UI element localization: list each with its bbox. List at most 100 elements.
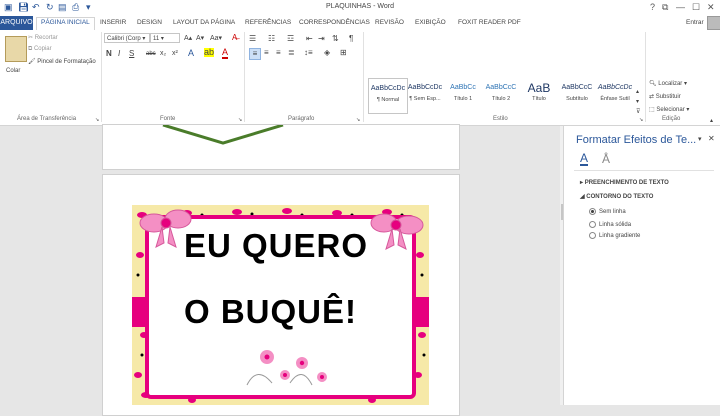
radio-selected-icon	[589, 208, 596, 215]
tab-references[interactable]: REFERÊNCIAS	[245, 18, 291, 30]
paragraph-group-label: Parágrafo	[288, 116, 315, 122]
styles-group-label: Estilo	[493, 116, 508, 122]
borders-icon[interactable]: ⊞	[340, 48, 347, 57]
style-preview: AaBbCcDc	[597, 84, 633, 91]
cut-button[interactable]: ✂ Recortar	[28, 34, 58, 41]
tab-view[interactable]: EXIBIÇÃO	[415, 18, 446, 30]
replace-icon: ⇄	[649, 94, 655, 100]
paragraph-launcher-icon[interactable]: ↘	[356, 117, 360, 123]
style-name: Ênfase Sutil	[600, 96, 630, 102]
option-solid-line[interactable]: Linha sólida	[589, 221, 631, 228]
subscript-button[interactable]: x₂	[160, 50, 166, 57]
minimize-button[interactable]: —	[676, 2, 685, 12]
sort-icon[interactable]: ⇅	[332, 34, 339, 43]
style-item[interactable]: AaB Título	[520, 78, 558, 112]
avatar[interactable]	[707, 16, 720, 30]
style-item[interactable]: AaBbCcC Título 2	[482, 78, 520, 112]
replace-button[interactable]: ⇄ Substituir	[649, 93, 681, 100]
title-bar: ▣ 💾︎ ↶ ↻ ▤ ⎙ ▾ PLAQUINHAS - Word ? ⧉ — ☐…	[0, 0, 720, 16]
page-previous[interactable]	[102, 124, 460, 170]
text-effects-tab-icon[interactable]: Å	[602, 152, 610, 166]
bold-button[interactable]: N	[106, 49, 112, 58]
clear-format-icon[interactable]: A̶	[232, 33, 237, 42]
bullets-icon[interactable]: ☰	[249, 34, 256, 43]
font-name-combo[interactable]: Calibri (Corp ▾	[104, 33, 150, 43]
format-text-effects-pane: Formatar Efeitos de Te... ▾ ✕ A Å ▸ PREE…	[563, 126, 720, 405]
style-item[interactable]: AaBbCcDc Ênfase Sutil	[596, 78, 634, 112]
styles-scroll-down-icon[interactable]: ▾	[636, 98, 639, 105]
font-color-icon[interactable]: A	[222, 48, 229, 59]
style-name: Título	[532, 96, 546, 102]
paste-icon[interactable]	[5, 36, 27, 62]
close-button[interactable]: ✕	[707, 2, 715, 13]
maximize-button[interactable]: ☐	[692, 2, 700, 13]
tab-file[interactable]: ARQUIVO	[0, 16, 33, 30]
pane-close-icon[interactable]: ✕	[708, 134, 715, 143]
clipboard-launcher-icon[interactable]: ↘	[95, 117, 99, 123]
styles-more-icon[interactable]: ⊽	[636, 108, 640, 115]
shading-icon[interactable]: ◈	[324, 48, 330, 57]
format-painter-button[interactable]: 🖌︎ Pincel de Formatação	[28, 58, 96, 65]
text-effects-icon[interactable]: A	[188, 48, 194, 58]
format-painter-label: Pincel de Formatação	[37, 59, 96, 65]
font-size-combo[interactable]: 11 ▾	[150, 33, 180, 43]
tab-review[interactable]: REVISÃO	[375, 18, 404, 30]
select-icon: ⬚	[649, 107, 655, 113]
help-button[interactable]: ?	[650, 2, 655, 12]
ribbon: Colar ✂ Recortar ⧉ Copiar 🖌︎ Pincel de F…	[0, 30, 720, 126]
change-case-button[interactable]: Aa▾	[210, 34, 222, 42]
style-preview: AaB	[527, 81, 551, 95]
text-fill-outline-icon[interactable]: A	[580, 152, 589, 166]
tab-insert[interactable]: INSERIR	[100, 18, 126, 30]
decrease-indent-icon[interactable]: ⇤	[306, 34, 313, 43]
sign-in-link[interactable]: Entrar	[686, 18, 704, 30]
editing-group-label: Edição	[662, 116, 681, 122]
collapse-ribbon-icon[interactable]: ▴	[710, 117, 713, 124]
paste-label[interactable]: Colar	[6, 68, 20, 74]
tab-foxit[interactable]: FOXIT READER PDF	[458, 18, 521, 30]
pane-options-icon[interactable]: ▾	[698, 135, 702, 143]
ribbon-display-button[interactable]: ⧉	[662, 2, 668, 13]
style-item[interactable]: AaBbCcDc ¶ Normal	[368, 78, 408, 114]
align-left-icon[interactable]: ≡	[249, 48, 261, 60]
style-item[interactable]: AaBbCcDc ¶ Sem Esp...	[406, 78, 444, 112]
select-label: Selecionar	[656, 107, 685, 113]
superscript-button[interactable]: x²	[172, 50, 178, 57]
underline-button[interactable]: S	[129, 49, 134, 58]
increase-indent-icon[interactable]: ⇥	[318, 34, 325, 43]
show-marks-button[interactable]: ¶	[349, 34, 353, 43]
align-right-icon[interactable]: ≡	[276, 48, 281, 57]
card-image[interactable]: EU QUERO O BUQUÊ!	[132, 205, 429, 405]
italic-button[interactable]: I	[118, 49, 120, 58]
option-no-line[interactable]: Sem linha	[589, 208, 626, 215]
copy-button[interactable]: ⧉ Copiar	[28, 46, 52, 53]
style-preview: AaBbCcC	[485, 84, 517, 91]
section-text-fill[interactable]: ▸ PREENCHIMENTO DE TEXTO	[580, 179, 669, 186]
styles-launcher-icon[interactable]: ↘	[639, 117, 643, 123]
line-spacing-icon[interactable]: ↕≡	[304, 48, 313, 57]
align-center-icon[interactable]: ≡	[264, 48, 269, 57]
numbering-icon[interactable]: ☷	[268, 34, 275, 43]
option-gradient-line[interactable]: Linha gradiente	[589, 232, 640, 239]
tab-page-layout[interactable]: LAYOUT DA PÁGINA	[173, 18, 235, 30]
shrink-font-button[interactable]: A▾	[196, 34, 204, 42]
font-group-label: Fonte	[160, 116, 176, 122]
justify-icon[interactable]: ≣	[288, 48, 295, 57]
select-button[interactable]: ⬚ Selecionar ▾	[649, 106, 689, 113]
style-item[interactable]: AaBbCcC Subtítulo	[558, 78, 596, 112]
styles-scroll-up-icon[interactable]: ▴	[636, 88, 639, 95]
section-text-outline[interactable]: ◢ CONTORNO DO TEXTO	[580, 193, 653, 200]
grow-font-button[interactable]: A▴	[184, 34, 192, 42]
green-arrow-shape	[162, 125, 284, 145]
tab-mailings[interactable]: CORRESPONDÊNCIAS	[299, 18, 370, 30]
style-item[interactable]: AaBbCc Título 1	[444, 78, 482, 112]
highlight-icon[interactable]: ab	[204, 48, 215, 57]
pane-divider	[574, 170, 714, 171]
tab-design[interactable]: DESIGN	[137, 18, 162, 30]
font-launcher-icon[interactable]: ↘	[238, 117, 242, 123]
multilevel-list-icon[interactable]: ☲	[287, 34, 294, 43]
separator	[244, 32, 245, 122]
strikethrough-button[interactable]: abc	[146, 51, 156, 57]
find-button[interactable]: 🔍︎ Localizar ▾	[649, 80, 687, 87]
tab-home[interactable]: PÁGINA INICIAL	[36, 17, 95, 31]
